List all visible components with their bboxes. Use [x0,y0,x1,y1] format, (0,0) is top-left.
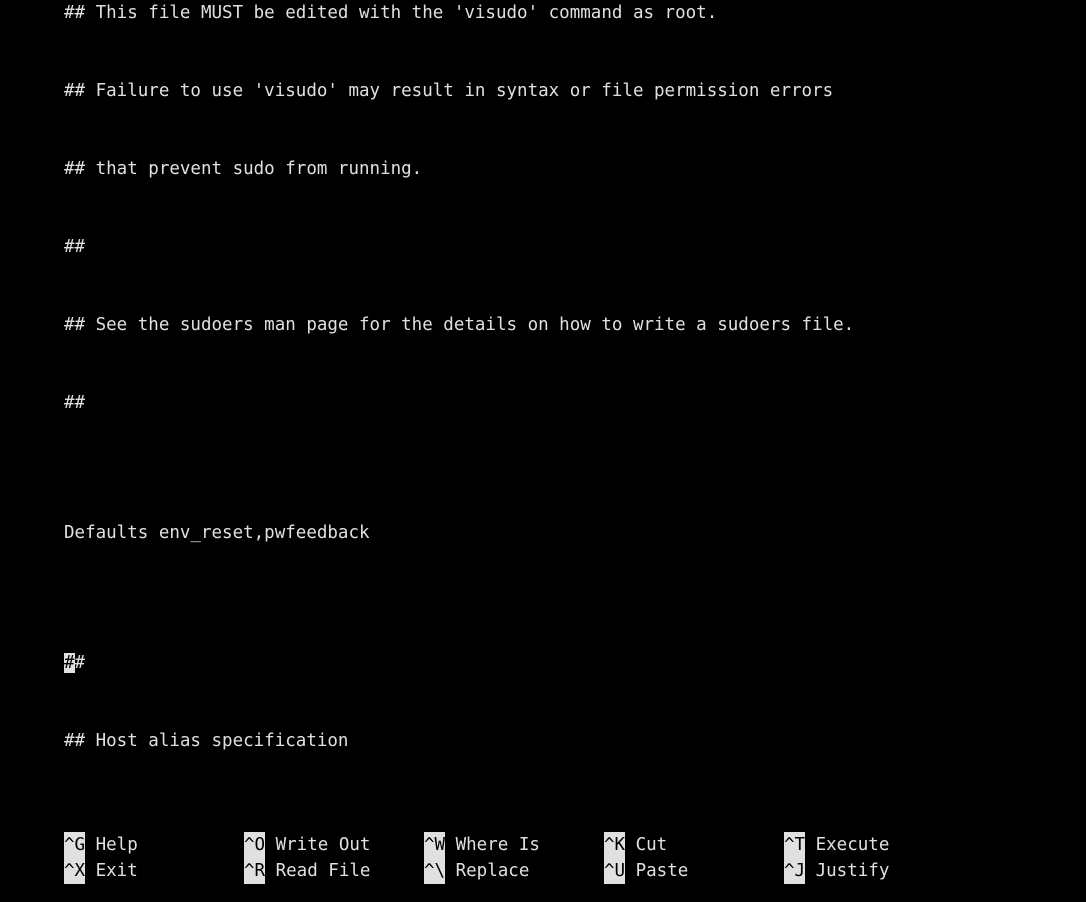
shortcut-key: ^K [604,832,625,858]
shortcut-label: Execute [805,832,889,858]
nano-shortcut-bar: ^G Help ^O Write Out ^W Where Is ^K Cut … [64,832,1022,884]
editor-line: ## Failure to use 'visudo' may result in… [64,78,1022,104]
shortcut-replace: ^\ Replace [424,858,604,884]
shortcut-key: ^W [424,832,445,858]
editor-line: ## that prevent sudo from running. [64,156,1022,182]
shortcut-label: Justify [805,858,889,884]
shortcut-row: ^X Exit ^R Read File ^\ Replace ^U Paste… [64,858,1022,884]
editor-line: ## [64,390,1022,416]
shortcut-key: ^X [64,858,85,884]
shortcut-label: Exit [85,858,138,884]
shortcut-label: Help [85,832,138,858]
editor-line: ## [64,234,1022,260]
shortcut-key: ^O [244,832,265,858]
editor-line: Defaults env_reset,pwfeedback [64,520,1022,546]
shortcut-execute: ^T Execute [784,832,964,858]
terminal-window: abhishek@itsfoss:~ GNU nano 7.2 /etc/sud… [64,0,1022,902]
shortcut-cut: ^K Cut [604,832,784,858]
shortcut-row: ^G Help ^O Write Out ^W Where Is ^K Cut … [64,832,1022,858]
shortcut-help: ^G Help [64,832,244,858]
shortcut-readfile: ^R Read File [244,858,424,884]
shortcut-justify: ^J Justify [784,858,964,884]
shortcut-label: Paste [625,858,688,884]
shortcut-writeout: ^O Write Out [244,832,424,858]
shortcut-label: Replace [445,858,529,884]
shortcut-whereis: ^W Where Is [424,832,604,858]
editor-line: ## See the sudoers man page for the deta… [64,312,1022,338]
shortcut-key: ^T [784,832,805,858]
shortcut-key: ^\ [424,858,445,884]
terminal-body[interactable]: GNU nano 7.2 /etc/sudoers.tmp Modified #… [64,0,1022,902]
editor-cursor-line: ## [64,650,1022,676]
cursor-after: # [75,653,86,673]
shortcut-label: Write Out [265,832,370,858]
shortcut-label: Cut [625,832,667,858]
shortcut-key: ^R [244,858,265,884]
editor-line: ## This file MUST be edited with the 'vi… [64,0,1022,26]
editor-content[interactable]: ## sudoers file. ## ## This file MUST be… [64,0,1022,806]
cursor: # [64,653,75,673]
shortcut-key: ^U [604,858,625,884]
shortcut-paste: ^U Paste [604,858,784,884]
shortcut-key: ^G [64,832,85,858]
shortcut-key: ^J [784,858,805,884]
editor-line: ## Host alias specification [64,728,1022,754]
shortcut-label: Read File [265,858,370,884]
shortcut-label: Where Is [445,832,540,858]
shortcut-exit: ^X Exit [64,858,244,884]
